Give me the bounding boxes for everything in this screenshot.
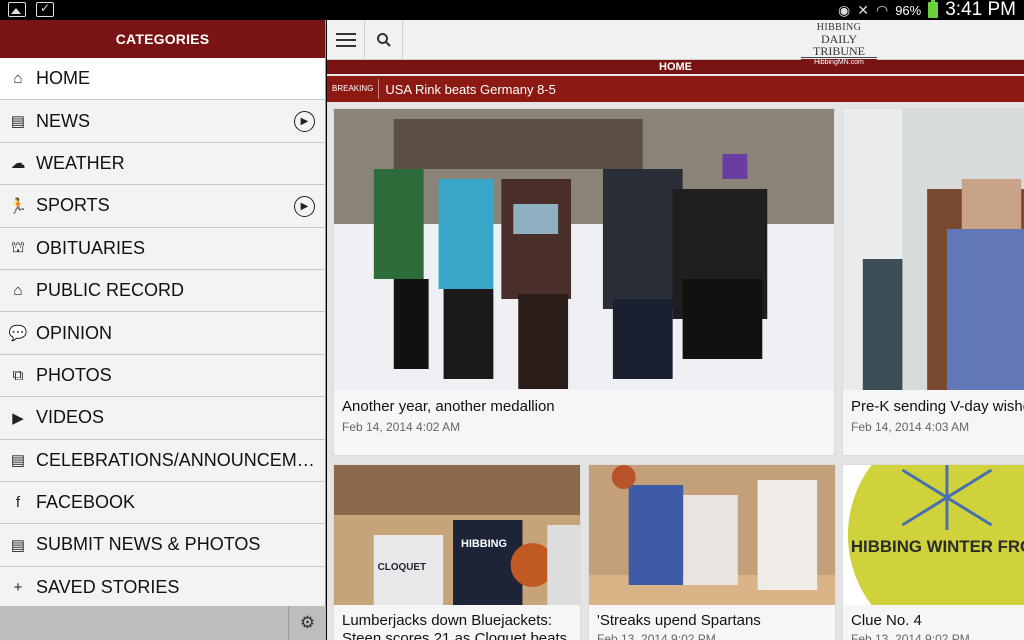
drawer-item-label: PUBLIC RECORD <box>36 280 185 301</box>
mute-icon: ✕ <box>857 1 869 18</box>
drawer-item-label: VIDEOS <box>36 407 105 428</box>
speech-bubble-icon: 💬 <box>8 325 28 343</box>
story-headline: Clue No. 4 <box>851 612 922 629</box>
story-headline: Another year, another medallion <box>342 398 555 415</box>
drawer-item-label: WEATHER <box>36 152 125 173</box>
documents-icon: ▤ <box>10 452 26 470</box>
story-headline: Lumberjacks down Bluejackets: Steen scor… <box>342 612 568 640</box>
drawer-item-label: SAVED STORIES <box>36 576 180 597</box>
drawer-item-label: PHOTOS <box>36 364 112 385</box>
section-title: HOME <box>327 60 1024 74</box>
drawer-item-label: OPINION <box>36 322 113 343</box>
main-content: HIBBING DAILY TRIBUNE HibbingMN.com HOME… <box>327 20 1024 640</box>
clock: 3:41 PM <box>945 0 1016 20</box>
top-toolbar: HIBBING DAILY TRIBUNE HibbingMN.com <box>327 20 1024 66</box>
gallery-notification-icon <box>8 2 26 17</box>
weather-icon: ☁ <box>10 155 26 173</box>
story-card[interactable]: HIBBING WINTER FROLIC Clue No. 4 Feb 13,… <box>842 464 1024 640</box>
story-photo <box>334 109 834 390</box>
logo-line2: DAILY TRIBUNE <box>801 33 877 58</box>
story-card[interactable]: 'Streaks upend Spartans Feb 13, 2014 9:0… <box>588 464 836 640</box>
drawer-item-obituaries[interactable]: ⛫ OBITUARIES <box>0 227 325 270</box>
drawer-item-label: CELEBRATIONS/ANNOUNCEMENTS <box>36 449 321 470</box>
drawer-footer: ⚙ <box>0 606 326 640</box>
drawer-item-label: SUBMIT NEWS & PHOTOS <box>36 534 261 555</box>
breaking-headline[interactable]: USA Rink beats Germany 8-5 <box>379 82 556 97</box>
saved-icon: + <box>13 578 23 596</box>
menu-button[interactable] <box>327 20 365 60</box>
drawer-title: CATEGORIES <box>0 20 325 58</box>
drawer-item-photos[interactable]: ⧉ PHOTOS <box>0 354 325 398</box>
drawer-item-opinion[interactable]: 💬 OPINION <box>0 312 325 355</box>
documents-icon: ▤ <box>10 536 26 554</box>
drawer-item-weather[interactable]: ☁ WEATHER <box>0 142 325 186</box>
drawer-item-label: HOME <box>36 68 90 89</box>
jersey-text: CLOQUET <box>378 562 426 573</box>
story-photo: HIBBING CLOQUET <box>334 465 580 605</box>
courthouse-icon: ⌂ <box>13 282 23 300</box>
battery-icon <box>928 0 939 18</box>
story-headline: Pre-K sending V-day wishes <box>851 398 1024 415</box>
drawer-item-saved-stories[interactable]: + SAVED STORIES <box>0 566 325 610</box>
tombstone-icon: ⛫ <box>11 238 25 256</box>
drawer-item-submit-news-photos[interactable]: ▤ SUBMIT NEWS & PHOTOS <box>0 524 325 567</box>
category-drawer: CATEGORIES ⌂ HOME ▤ NEWS ▶ ☁ WEATHER 🏃 SPORTS ▶ ⛫ O… <box>0 20 326 640</box>
story-date: Feb 14, 2014 4:03 AM <box>851 420 970 434</box>
drawer-item-videos[interactable]: ▶ VIDEOS <box>0 397 325 440</box>
breaking-news-bar[interactable]: BREAKING USA Rink beats Germany 8-5 <box>327 74 1024 102</box>
story-photo <box>589 465 835 605</box>
story-card[interactable]: Pre-K sending V-day wishes Feb 14, 2014 … <box>842 108 1024 456</box>
search-button[interactable] <box>365 20 403 60</box>
app-screen: ◉ ✕ ◠ 96% 3:41 PM CATEGORIES ⌂ HOME ▤ NEWS ▶… <box>0 0 1024 640</box>
hamburger-icon <box>335 33 356 47</box>
settings-button[interactable]: ⚙ <box>288 606 326 640</box>
battery-percent: 96% <box>895 2 922 18</box>
drawer-item-label: FACEBOOK <box>36 492 136 513</box>
drawer-item-facebook[interactable]: f FACEBOOK <box>0 481 325 525</box>
film-icon: ▶ <box>12 409 24 427</box>
story-date: Feb 13, 2014 9:02 PM <box>851 632 970 640</box>
photos-icon: ⧉ <box>12 366 24 384</box>
runner-icon: 🏃 <box>8 197 28 215</box>
drawer-item-celebrations-announcements[interactable]: ▤ CELEBRATIONS/ANNOUNCEMENTS <box>0 439 325 482</box>
drawer-item-label: NEWS <box>36 110 90 131</box>
story-photo: HIBBING WINTER FROLIC <box>843 465 1024 605</box>
status-bar: ◉ ✕ ◠ 96% 3:41 PM <box>0 0 1024 20</box>
drawer-item-sports[interactable]: 🏃 SPORTS ▶ <box>0 185 325 228</box>
eye-icon: ◉ <box>838 1 851 18</box>
breaking-tag: BREAKING <box>327 79 380 99</box>
drawer-item-news[interactable]: ▤ NEWS ▶ <box>0 100 325 143</box>
story-date: Feb 13, 2014 9:02 PM <box>597 632 716 640</box>
story-date: Feb 14, 2014 4:02 AM <box>342 420 461 434</box>
story-card[interactable]: Another year, another medallion Feb 14, … <box>333 108 835 456</box>
home-icon: ⌂ <box>13 70 23 88</box>
chevron-right-icon[interactable]: ▶ <box>294 111 315 133</box>
gear-icon: ⚙ <box>299 613 316 632</box>
search-icon <box>376 33 391 47</box>
story-card[interactable]: HIBBING CLOQUET Lumberjacks down Bluejac… <box>333 464 581 640</box>
chevron-right-icon[interactable]: ▶ <box>294 196 315 218</box>
story-photo <box>843 109 1024 390</box>
jersey-text: HIBBING <box>461 538 507 550</box>
facebook-icon: f <box>15 494 21 512</box>
newspaper-logo[interactable]: HIBBING DAILY TRIBUNE HibbingMN.com <box>801 23 877 66</box>
drawer-item-label: OBITUARIES <box>36 237 146 258</box>
story-headline: 'Streaks upend Spartans <box>597 612 761 629</box>
clipboard-notification-icon <box>36 1 54 17</box>
drawer-item-public-record[interactable]: ⌂ PUBLIC RECORD <box>0 269 325 313</box>
drawer-item-label: SPORTS <box>36 195 110 216</box>
banner-text: HIBBING WINTER FROLIC <box>851 537 1024 556</box>
logo-line3: HibbingMN.com <box>801 59 877 66</box>
category-list: ⌂ HOME ▤ NEWS ▶ ☁ WEATHER 🏃 SPORTS ▶ ⛫ OBITUARIES ⌂ P… <box>0 58 325 610</box>
newspaper-icon: ▤ <box>10 113 26 131</box>
wifi-icon: ◠ <box>875 1 889 18</box>
drawer-item-home[interactable]: ⌂ HOME <box>0 58 325 101</box>
